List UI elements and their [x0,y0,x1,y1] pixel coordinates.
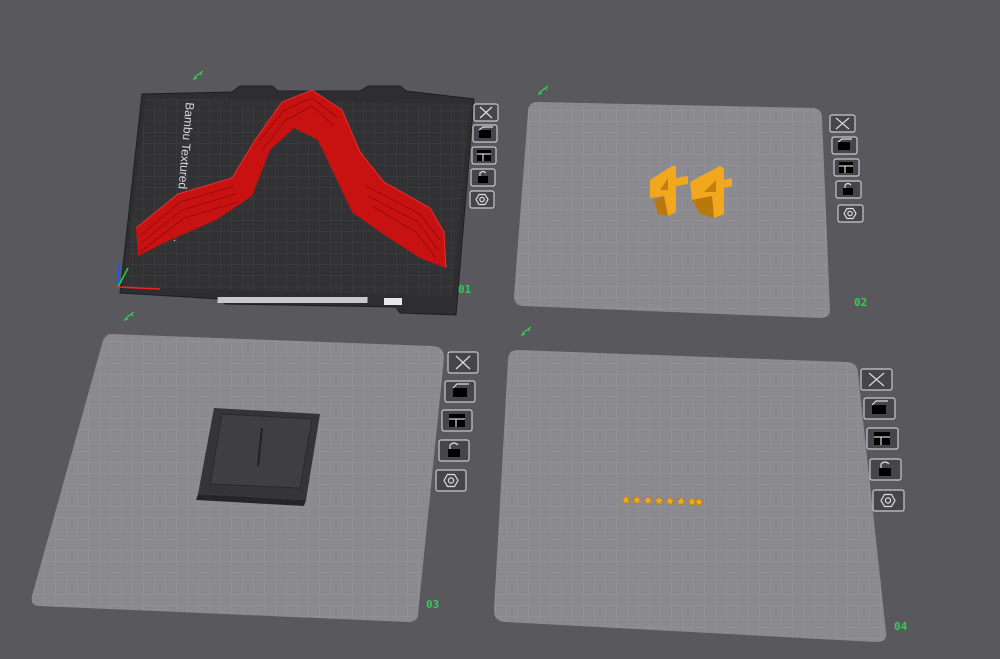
orient-icon[interactable] [866,427,899,450]
plate-04-edit-icon[interactable] [520,326,532,337]
model-dark-tray[interactable] [196,408,320,506]
plate-03-edit-icon[interactable] [123,311,135,322]
settings-icon[interactable] [837,204,864,223]
arrange-icon[interactable] [863,397,896,420]
plate-01-bottom-strip [217,297,368,303]
plate-view-canvas[interactable]: Bambu Textured PEI Pla... 01 02 03 04 [0,0,1000,659]
orient-icon[interactable] [471,146,497,165]
lock-icon[interactable] [869,458,902,481]
plate-01-toolbar [469,103,499,209]
arrange-icon[interactable] [444,380,476,403]
plate-01[interactable]: Bambu Textured PEI Pla... 01 [117,70,499,316]
settings-icon[interactable] [435,469,467,492]
arrange-icon[interactable] [831,136,858,155]
close-icon[interactable] [860,368,893,391]
settings-icon[interactable] [469,190,495,209]
arrange-icon[interactable] [472,124,498,143]
plate-03-label: 03 [426,598,439,611]
close-icon[interactable] [447,351,479,374]
orient-icon[interactable] [441,409,473,432]
plate-02[interactable]: 02 [514,85,867,318]
orient-icon[interactable] [833,158,860,177]
plate-04-grid [494,350,887,642]
plate-01-label: 01 [458,283,472,296]
axis-z [117,262,120,288]
close-icon[interactable] [829,114,856,133]
plate-04[interactable]: 04 [494,326,908,642]
plate-02-label: 02 [854,296,867,309]
lock-icon[interactable] [438,439,470,462]
plate-04-label: 04 [894,620,908,633]
plate-01-strip-marker [384,298,402,305]
plate-01-edit-icon[interactable] [192,70,204,81]
close-icon[interactable] [473,103,499,122]
plate-02-toolbar [829,114,864,223]
plate-02-edit-icon[interactable] [537,85,549,96]
lock-icon[interactable] [470,168,496,187]
lock-icon[interactable] [835,180,862,199]
plate-03[interactable]: 03 [31,311,479,622]
settings-icon[interactable] [872,489,905,512]
